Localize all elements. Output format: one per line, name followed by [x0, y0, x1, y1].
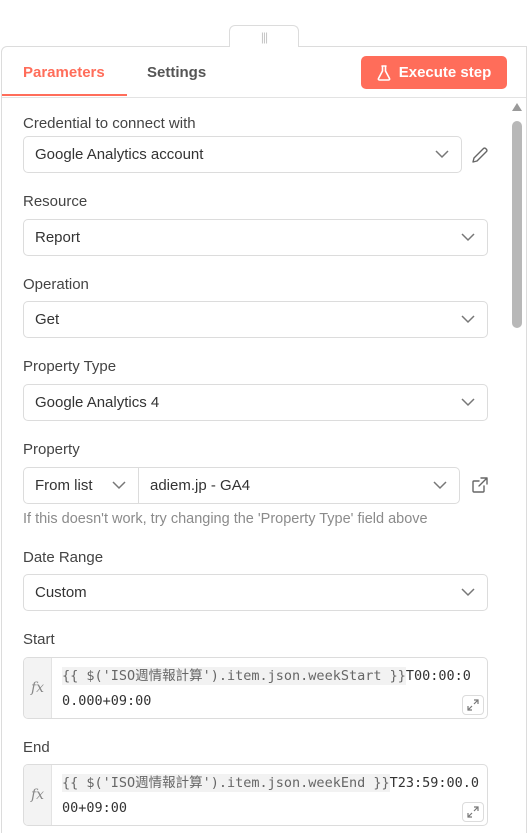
property-type-value: Google Analytics 4 — [35, 394, 160, 411]
chevron-down-icon — [435, 150, 449, 159]
operation-select[interactable]: Get — [23, 301, 488, 338]
date-range-label: Date Range — [23, 549, 104, 566]
chevron-down-icon — [461, 233, 475, 242]
end-expression-field[interactable]: fx {{ $('ISO週情報計算').item.json.weekEnd }}… — [23, 764, 488, 826]
panel-drag-handle[interactable]: ||| — [229, 25, 299, 47]
external-link-icon[interactable] — [470, 475, 490, 495]
execute-step-label: Execute step — [398, 64, 492, 81]
property-hint: If this doesn't work, try changing the '… — [23, 511, 428, 527]
execute-step-button[interactable]: Execute step — [361, 56, 507, 89]
credential-value: Google Analytics account — [35, 146, 204, 163]
fx-icon: fx — [24, 658, 52, 718]
scrollbar-thumb[interactable] — [512, 121, 522, 328]
resource-label: Resource — [23, 193, 88, 210]
fx-icon: fx — [24, 765, 52, 825]
scroll-up-arrow-icon[interactable] — [512, 103, 522, 111]
credential-select[interactable]: Google Analytics account — [23, 136, 462, 173]
scrollbar[interactable] — [510, 103, 524, 833]
end-expression-text[interactable]: {{ $('ISO週情報計算').item.json.weekEnd }}T23… — [62, 771, 482, 821]
operation-label: Operation — [23, 276, 89, 293]
date-range-select[interactable]: Custom — [23, 574, 488, 611]
property-type-label: Property Type — [23, 358, 117, 375]
chevron-down-icon — [433, 481, 447, 490]
chevron-down-icon — [112, 481, 126, 490]
resource-select[interactable]: Report — [23, 219, 488, 256]
chevron-down-icon — [461, 315, 475, 324]
resource-value: Report — [35, 229, 81, 246]
operation-value: Get — [35, 311, 60, 328]
date-range-value: Custom — [35, 584, 87, 601]
property-label: Property — [23, 441, 80, 458]
end-label: End — [23, 739, 50, 756]
tab-bar: Parameters Settings Execute step — [2, 47, 526, 98]
start-expression-template: {{ $('ISO週情報計算').item.json.weekStart }} — [62, 667, 406, 685]
tab-settings[interactable]: Settings — [147, 64, 206, 81]
chevron-down-icon — [461, 588, 475, 597]
expand-editor-icon[interactable] — [462, 695, 484, 715]
chevron-down-icon — [461, 398, 475, 407]
expand-editor-icon[interactable] — [462, 802, 484, 822]
active-tab-indicator — [2, 94, 127, 96]
node-parameters-panel: Parameters Settings Execute step Credent… — [1, 46, 527, 833]
property-mode-value: From list — [35, 477, 93, 494]
property-mode-select[interactable]: From list — [23, 467, 139, 504]
property-value: adiem.jp - GA4 — [150, 477, 251, 494]
end-expression-template: {{ $('ISO週情報計算').item.json.weekEnd }} — [62, 774, 390, 792]
start-expression-field[interactable]: fx {{ $('ISO週情報計算').item.json.weekStart … — [23, 657, 488, 719]
flask-icon — [377, 64, 391, 81]
property-select[interactable]: adiem.jp - GA4 — [138, 467, 460, 504]
tab-parameters[interactable]: Parameters — [23, 64, 105, 81]
property-type-select[interactable]: Google Analytics 4 — [23, 384, 488, 421]
credential-label: Credential to connect with — [23, 115, 196, 132]
edit-credential-pencil-icon[interactable] — [470, 145, 490, 165]
start-expression-text[interactable]: {{ $('ISO週情報計算').item.json.weekStart }}T… — [62, 664, 482, 714]
start-label: Start — [23, 631, 55, 648]
